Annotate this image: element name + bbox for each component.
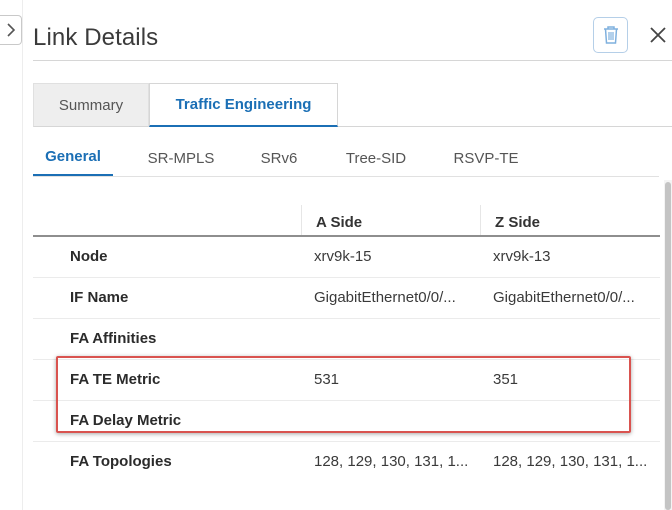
table-row-fa-topologies: FA Topologies 128, 129, 130, 131, 1... 1… (33, 442, 660, 483)
panel-title: Link Details (33, 24, 159, 51)
a-side-value (314, 319, 474, 359)
z-side-value: 351 (493, 371, 519, 388)
z-side-value (493, 401, 648, 441)
top-tabs: Summary Traffic Engineering (33, 83, 338, 127)
row-label: FA Affinities (70, 330, 157, 347)
header-divider (33, 60, 672, 61)
table-row-node: Node xrv9k-15 xrv9k-13 (33, 237, 660, 278)
sub-tabs-divider (33, 176, 659, 177)
z-side-value (493, 319, 648, 359)
subtab-general[interactable]: General (33, 139, 113, 177)
table-header: A Side Z Side (33, 205, 660, 237)
subtab-srv6[interactable]: SRv6 (251, 139, 307, 177)
row-label: Node (70, 248, 108, 265)
table-row-fa-affinities: FA Affinities (33, 319, 660, 360)
row-label: FA TE Metric (70, 371, 161, 388)
row-label: IF Name (70, 289, 129, 306)
column-separator[interactable] (301, 205, 302, 235)
table-row-fa-delay-metric: FA Delay Metric (33, 401, 660, 442)
row-label: FA Topologies (70, 453, 172, 470)
table-row-fa-te-metric: FA TE Metric 531 351 (33, 360, 660, 401)
column-separator[interactable] (480, 205, 481, 235)
table-row-if-name: IF Name GigabitEthernet0/0/... GigabitEt… (33, 278, 660, 319)
a-side-value: xrv9k-15 (314, 248, 372, 265)
header-z-side[interactable]: Z Side (495, 214, 540, 231)
scrollbar-thumb[interactable] (665, 182, 671, 510)
z-side-value: 128, 129, 130, 131, 1... (493, 453, 648, 470)
trash-icon (603, 26, 618, 44)
a-side-value (314, 401, 474, 441)
a-side-value: 531 (314, 371, 340, 388)
collapse-panel-button[interactable] (0, 15, 22, 45)
a-side-value: 128, 129, 130, 131, 1... (314, 453, 469, 470)
panel-left-border (22, 0, 23, 510)
z-side-value: GigabitEthernet0/0/... (493, 289, 635, 306)
close-button[interactable] (647, 24, 669, 46)
subtab-sr-mpls[interactable]: SR-MPLS (139, 139, 223, 177)
link-details-table: A Side Z Side Node xrv9k-15 xrv9k-13 IF … (33, 205, 660, 483)
a-side-value: GigabitEthernet0/0/... (314, 289, 456, 306)
z-side-value: xrv9k-13 (493, 248, 551, 265)
tab-summary[interactable]: Summary (33, 83, 149, 127)
delete-button[interactable] (593, 17, 628, 53)
close-icon (650, 27, 666, 43)
top-tabs-divider (338, 126, 672, 127)
row-label: FA Delay Metric (70, 412, 182, 429)
header-a-side[interactable]: A Side (316, 214, 362, 231)
tab-traffic-engineering[interactable]: Traffic Engineering (149, 83, 338, 127)
subtab-tree-sid[interactable]: Tree-SID (335, 139, 417, 177)
chevron-right-icon (6, 23, 15, 37)
subtab-rsvp-te[interactable]: RSVP-TE (445, 139, 527, 177)
